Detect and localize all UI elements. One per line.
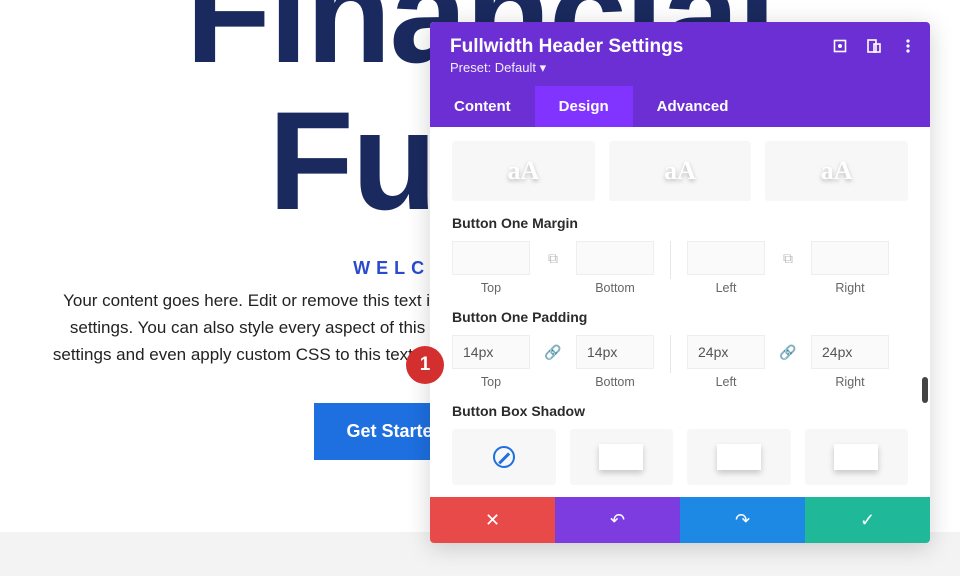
link-icon[interactable]: 🔗 xyxy=(775,335,801,369)
padding-right-input[interactable] xyxy=(811,335,889,369)
tab-design[interactable]: Design xyxy=(535,86,633,127)
cancel-button[interactable]: ✕ xyxy=(430,497,555,543)
text-shadow-option[interactable]: aA xyxy=(765,141,908,201)
text-shadow-presets: aA aA aA xyxy=(452,141,908,201)
save-button[interactable]: ✓ xyxy=(805,497,930,543)
panel-footer: ✕ ↶ ↷ ✓ xyxy=(430,497,930,543)
padding-left-input[interactable] xyxy=(687,335,765,369)
settings-panel: Fullwidth Header Settings Preset: Defaul… xyxy=(430,22,930,543)
padding-bottom-input[interactable] xyxy=(576,335,654,369)
scrollbar[interactable] xyxy=(922,377,928,403)
margin-right-input[interactable] xyxy=(811,241,889,275)
none-icon xyxy=(493,446,515,468)
box-shadow-option[interactable] xyxy=(805,429,909,485)
expand-icon[interactable] xyxy=(832,38,848,54)
redo-button[interactable]: ↷ xyxy=(680,497,805,543)
link-icon[interactable]: ⧉ xyxy=(540,241,566,275)
preset-dropdown[interactable]: Preset: Default ▾ xyxy=(450,60,910,76)
box-shadow-none[interactable] xyxy=(452,429,556,485)
padding-top-input[interactable] xyxy=(452,335,530,369)
padding-label: Button One Padding xyxy=(452,309,908,325)
text-shadow-option[interactable]: aA xyxy=(452,141,595,201)
padding-inputs: Top 🔗 Bottom Left 🔗 Right xyxy=(452,335,908,389)
responsive-icon[interactable] xyxy=(866,38,882,54)
link-icon[interactable]: 🔗 xyxy=(540,335,566,369)
margin-left-input[interactable] xyxy=(687,241,765,275)
panel-tabs: Content Design Advanced xyxy=(430,86,930,127)
margin-bottom-input[interactable] xyxy=(576,241,654,275)
box-shadow-option[interactable] xyxy=(570,429,674,485)
box-shadow-label: Button Box Shadow xyxy=(452,403,908,419)
tab-content[interactable]: Content xyxy=(430,86,535,127)
panel-header-icons xyxy=(832,38,916,54)
panel-body: aA aA aA Button One Margin Top ⧉ Bottom … xyxy=(430,127,930,497)
box-shadow-options xyxy=(452,429,908,485)
divider xyxy=(670,335,671,373)
annotation-marker-1: 1 xyxy=(406,346,444,384)
margin-inputs: Top ⧉ Bottom Left ⧉ Right xyxy=(452,241,908,295)
link-icon[interactable]: ⧉ xyxy=(775,241,801,275)
margin-top-input[interactable] xyxy=(452,241,530,275)
tab-advanced[interactable]: Advanced xyxy=(633,86,753,127)
undo-button[interactable]: ↶ xyxy=(555,497,680,543)
box-shadow-option[interactable] xyxy=(687,429,791,485)
text-shadow-option[interactable]: aA xyxy=(609,141,752,201)
divider xyxy=(670,241,671,279)
panel-header: Fullwidth Header Settings Preset: Defaul… xyxy=(430,22,930,86)
more-icon[interactable] xyxy=(900,38,916,54)
margin-label: Button One Margin xyxy=(452,215,908,231)
